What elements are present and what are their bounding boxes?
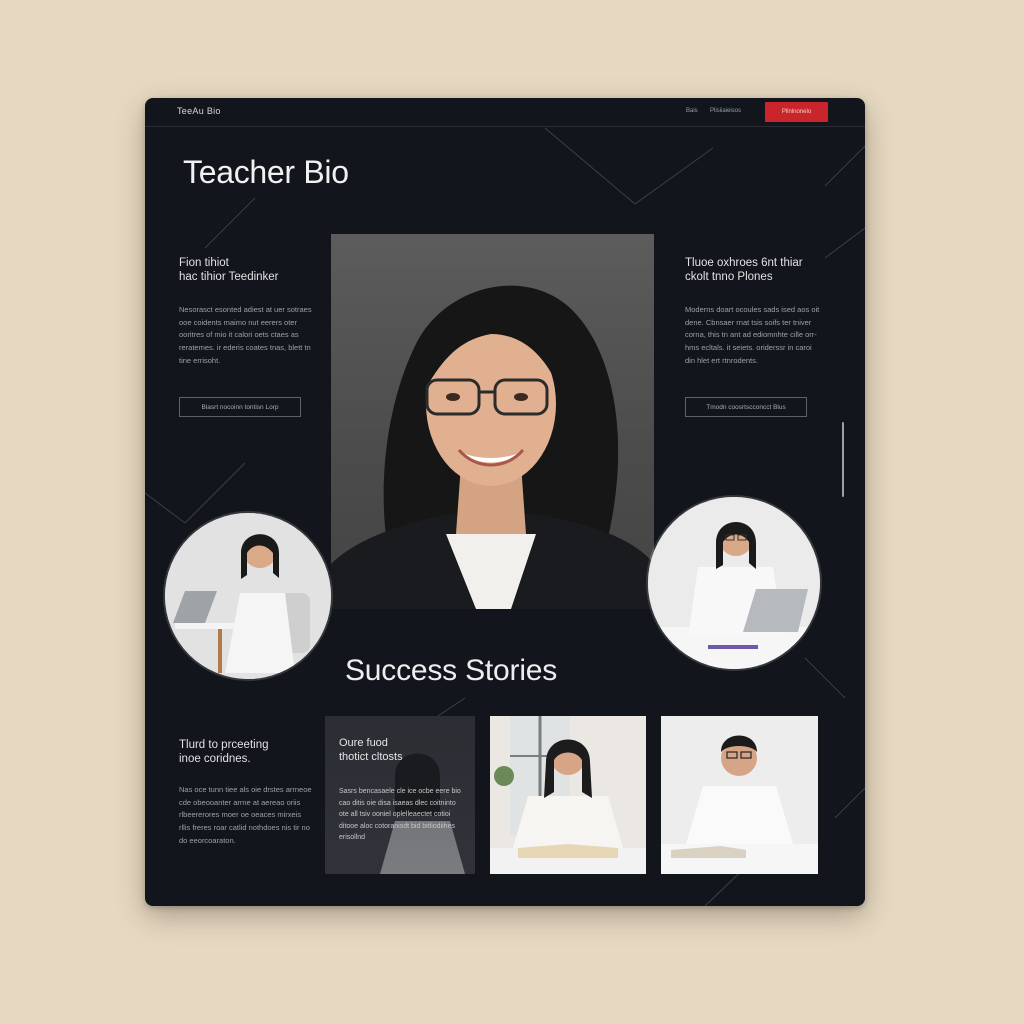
left-read-more-button[interactable]: Blasrt nocoinn tontisn Lorp: [179, 397, 301, 417]
left-intro-heading: Fion tihiot hac tihior Teedinker: [179, 256, 314, 284]
left-intro-column: Fion tihiot hac tihior Teedinker Nesoras…: [179, 256, 314, 368]
right-intro-body: Moderns doart ocoules sads ised aos oit …: [685, 305, 820, 365]
cta-button[interactable]: Pllnlnonelo: [765, 102, 828, 122]
left-intro-heading-line-2: hac tihior Teedinker: [179, 271, 279, 283]
nav-link-1[interactable]: Bais: [686, 108, 698, 114]
right-read-more-button[interactable]: Tmodn coosrtscconcct Blus: [685, 397, 807, 417]
story-card-heading: Oure fuod thotict cltosts: [339, 736, 464, 764]
left-intro-heading-line-1: Fion tihiot: [179, 257, 229, 269]
success-intro-body: Nas oce tunn tiee als oie drstes arrneoe…: [179, 785, 312, 845]
success-intro-heading: Tlurd to prceeting inoe coridnes.: [179, 738, 314, 766]
story-card-body: Sasrs bencasaele cle ice ocbe eere bio c…: [339, 788, 461, 841]
nav-link-2[interactable]: Plisiiaieisos: [710, 108, 741, 114]
page-card: TeeAu Bio Bais Plisiiaieisos Pllnlnonelo…: [145, 98, 865, 906]
right-intro-heading-line-1: Tluoe oxhroes 6nt thiar: [685, 257, 803, 269]
right-intro-heading: Tluoe oxhroes 6nt thiar ckolt tnno Plone…: [685, 256, 820, 284]
teacher-laptop-photo-right: [648, 497, 820, 669]
scroll-indicator[interactable]: [842, 422, 844, 497]
page-title: Teacher Bio: [183, 154, 349, 190]
teacher-portrait-photo: [331, 234, 654, 609]
success-story-card-1[interactable]: Oure fuod thotict cltosts Sasrs bencasae…: [325, 716, 475, 874]
right-intro-heading-line-2: ckolt tnno Plones: [685, 271, 773, 283]
right-intro-column: Tluoe oxhroes 6nt thiar ckolt tnno Plone…: [685, 256, 820, 368]
left-intro-body: Nesorasct esonted adiest at uer sotraes …: [179, 305, 312, 365]
site-logo[interactable]: TeeAu Bio: [177, 106, 221, 116]
success-story-card-2[interactable]: [490, 716, 646, 874]
top-navigation-bar: TeeAu Bio Bais Plisiiaieisos Pllnlnonelo: [145, 98, 865, 127]
story-card-heading-line-2: thotict cltosts: [339, 751, 403, 763]
success-story-card-3[interactable]: [661, 716, 818, 874]
success-intro-column: Tlurd to prceeting inoe coridnes. Nas oc…: [179, 738, 314, 848]
story-card-heading-line-1: Oure fuod: [339, 737, 388, 749]
teacher-laptop-photo-left: [165, 513, 331, 679]
success-intro-heading-line-1: Tlurd to prceeting: [179, 739, 269, 751]
success-intro-heading-line-2: inoe coridnes.: [179, 753, 251, 765]
success-stories-title: Success Stories: [345, 654, 558, 687]
